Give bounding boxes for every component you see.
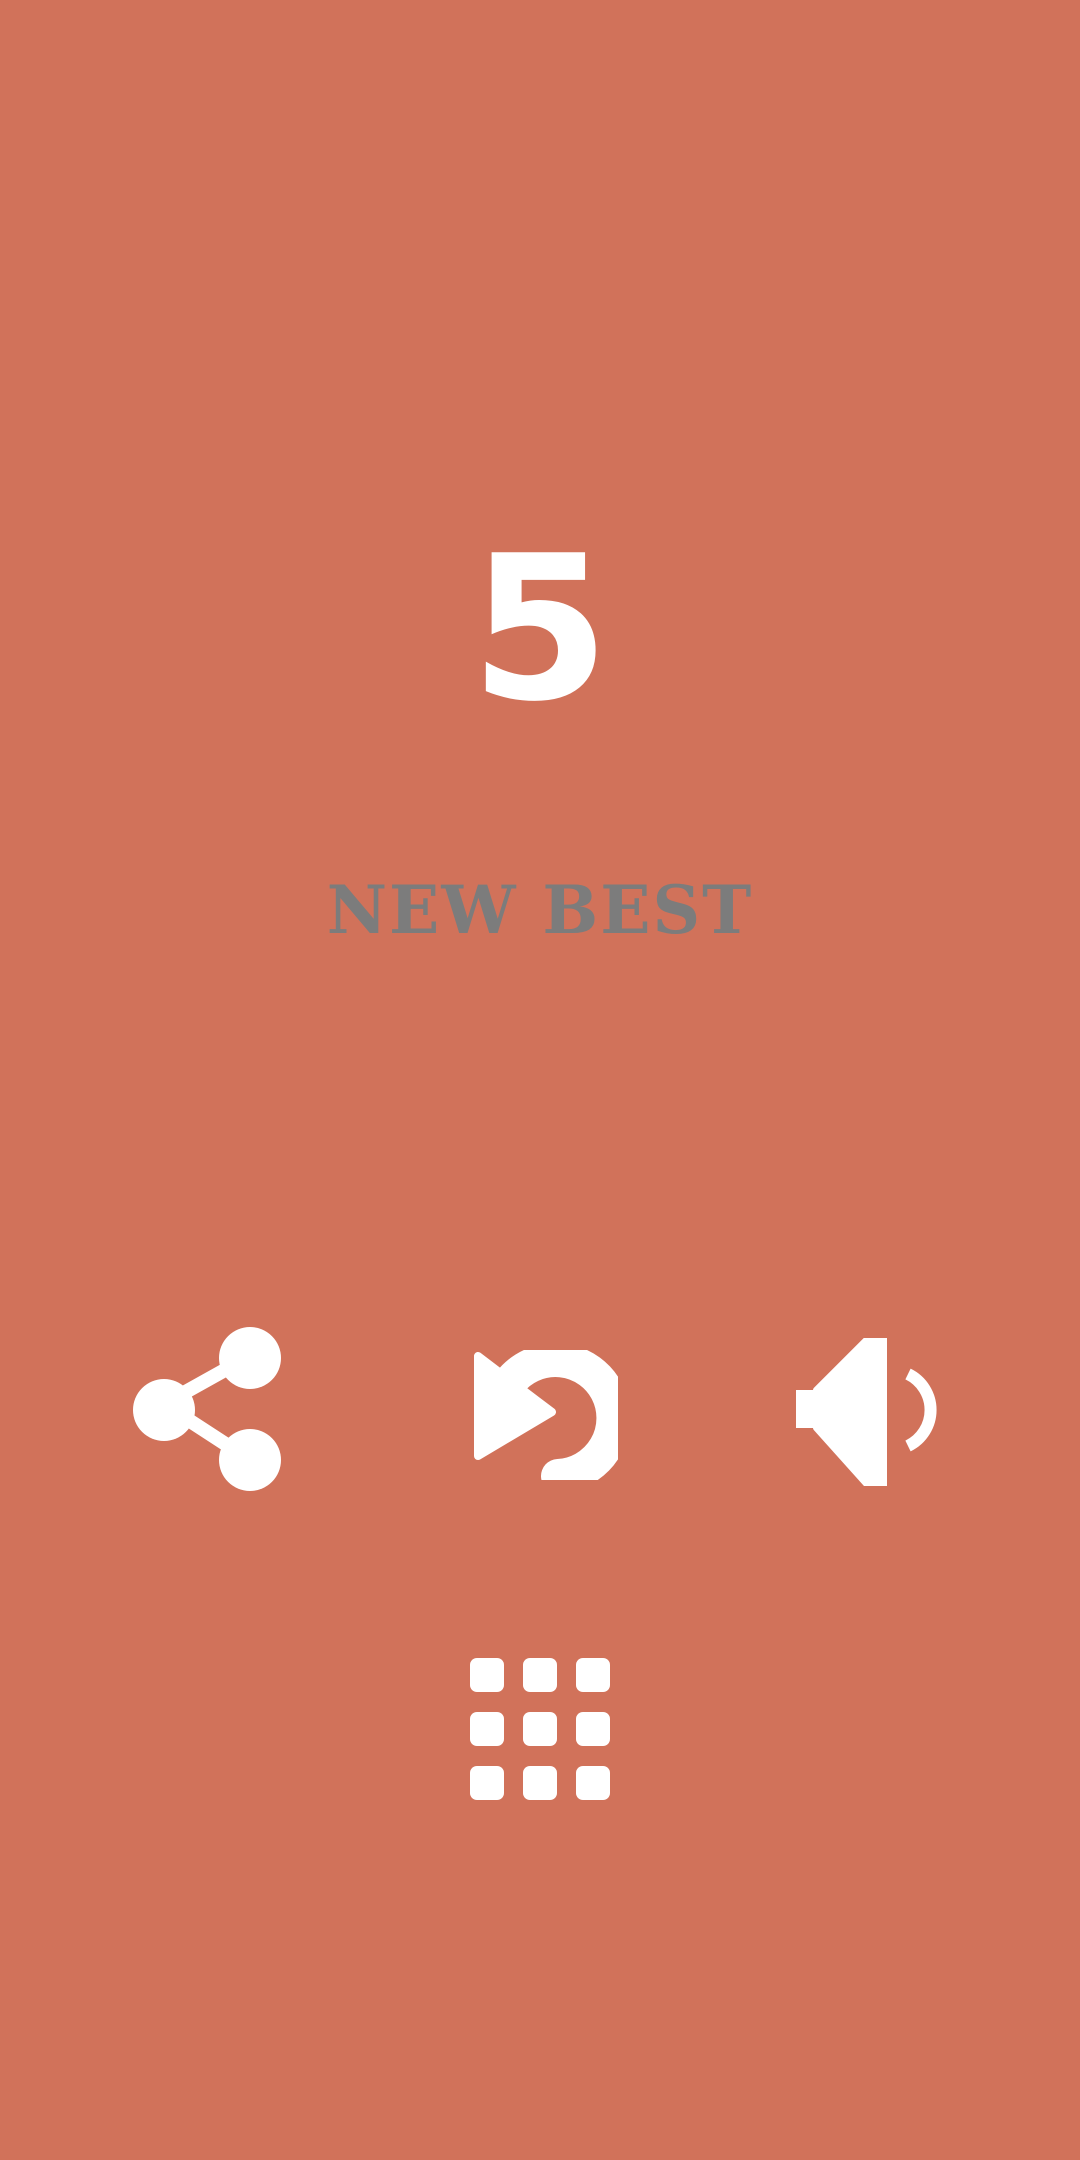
new-best-label: NEW BEST	[326, 871, 754, 949]
levels-button[interactable]	[468, 1656, 612, 1802]
sound-button[interactable]	[792, 1338, 940, 1486]
grid-icon	[470, 1658, 610, 1800]
share-button[interactable]	[132, 1326, 292, 1494]
sound-icon	[796, 1338, 937, 1486]
replay-button[interactable]	[474, 1350, 618, 1480]
replay-icon	[474, 1350, 618, 1480]
share-icon	[133, 1327, 281, 1491]
score-display: 5	[470, 513, 610, 746]
